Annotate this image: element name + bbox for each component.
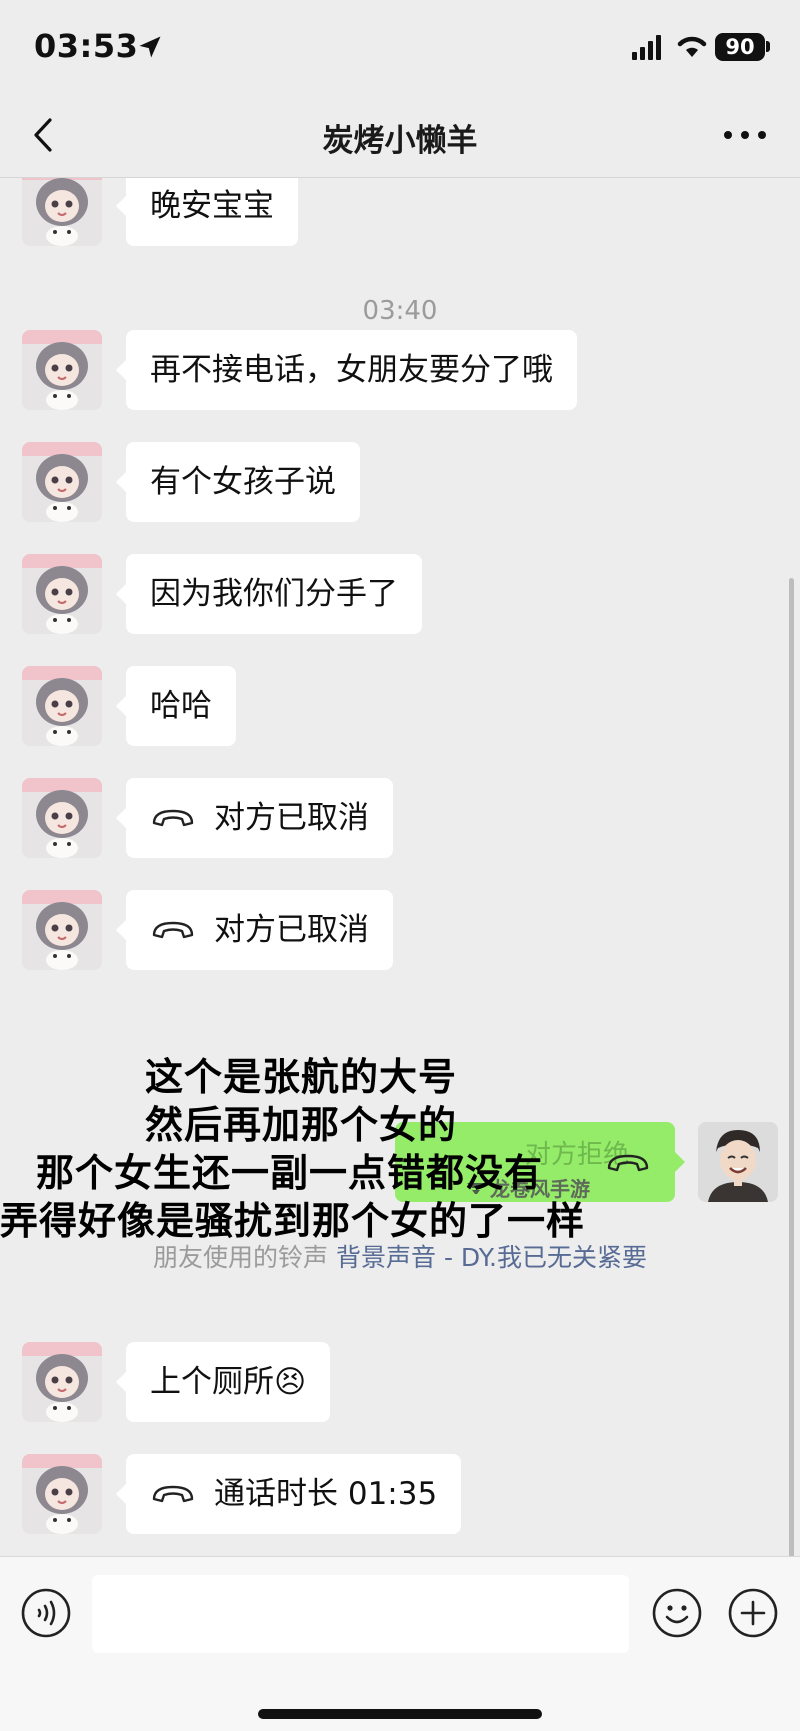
time-divider: 03:40: [362, 296, 438, 326]
chat-screen: 03:53 90 炭烤小懒羊 晚安宝宝 03:40 再不接电话，女朋友要分了哦 …: [0, 0, 800, 1731]
my-avatar[interactable]: [698, 1122, 778, 1202]
ringtone-song-link[interactable]: 背景声音 - DY.我已无关紧要: [336, 1243, 647, 1272]
ringtone-prefix: 朋友使用的铃声: [153, 1243, 329, 1272]
call-bubble[interactable]: 对方已取消: [116, 778, 393, 858]
battery-tip: [766, 41, 770, 52]
contact-avatar[interactable]: [22, 1342, 102, 1422]
voice-input-icon[interactable]: [20, 1587, 72, 1639]
contact-avatar[interactable]: [22, 178, 102, 246]
message-bubble[interactable]: 有个女孩子说: [116, 442, 360, 522]
scroll-indicator[interactable]: [789, 578, 794, 1556]
call-duration-text: 通话时长 01:35: [214, 1476, 438, 1512]
phone-hangup-icon: [607, 1154, 649, 1172]
contact-avatar[interactable]: [22, 330, 102, 410]
phone-hangup-icon: [152, 809, 194, 826]
home-indicator[interactable]: [258, 1709, 542, 1719]
call-status-text: 对方已取消: [214, 912, 369, 948]
status-time: 03:53: [34, 27, 139, 65]
nav-bar: 炭烤小懒羊: [0, 95, 800, 178]
emoji-icon[interactable]: [651, 1587, 703, 1639]
message-bubble[interactable]: 晚安宝宝: [116, 178, 298, 246]
message-bubble[interactable]: 再不接电话，女朋友要分了哦: [116, 330, 577, 410]
battery-indicator: 90: [715, 33, 765, 61]
message-bubble[interactable]: 上个厕所😣: [115, 1342, 331, 1422]
message-bubble[interactable]: 哈哈: [116, 666, 236, 746]
call-bubble[interactable]: 对方已取消: [116, 890, 393, 970]
plus-icon[interactable]: [727, 1587, 779, 1639]
input-bar: [0, 1556, 800, 1731]
wifi-icon: [677, 36, 707, 57]
contact-avatar[interactable]: [22, 666, 102, 746]
contact-avatar[interactable]: [22, 554, 102, 634]
call-status-text: 对方已取消: [214, 800, 369, 836]
contact-avatar[interactable]: [22, 778, 102, 858]
more-options-icon[interactable]: [720, 123, 770, 147]
contact-avatar[interactable]: [22, 890, 102, 970]
contact-avatar[interactable]: [22, 1454, 102, 1534]
overlay-caption-line: 那个女生还一副一点错都没有: [36, 1151, 544, 1195]
message-bubble[interactable]: 因为我你们分手了: [116, 554, 422, 634]
call-bubble[interactable]: 通话时长 01:35: [115, 1454, 462, 1534]
overlay-caption-line: 然后再加那个女的: [145, 1103, 458, 1147]
contact-avatar[interactable]: [22, 442, 102, 522]
message-input[interactable]: [92, 1575, 629, 1653]
phone-hangup-icon: [152, 1485, 194, 1502]
location-arrow-icon: [139, 36, 161, 58]
chat-title: 炭烤小懒羊: [322, 123, 478, 159]
cellular-signal-icon: [632, 35, 661, 60]
status-bar: 03:53 90: [0, 0, 800, 95]
overlay-caption-line: 这个是张航的大号: [145, 1055, 458, 1099]
chat-area[interactable]: 晚安宝宝 03:40 再不接电话，女朋友要分了哦 有个女孩子说 因为我你们分手了…: [0, 178, 800, 1556]
overlay-caption-line: 弄得好像是骚扰到那个女的了一样: [0, 1199, 586, 1243]
phone-hangup-icon: [152, 921, 194, 938]
